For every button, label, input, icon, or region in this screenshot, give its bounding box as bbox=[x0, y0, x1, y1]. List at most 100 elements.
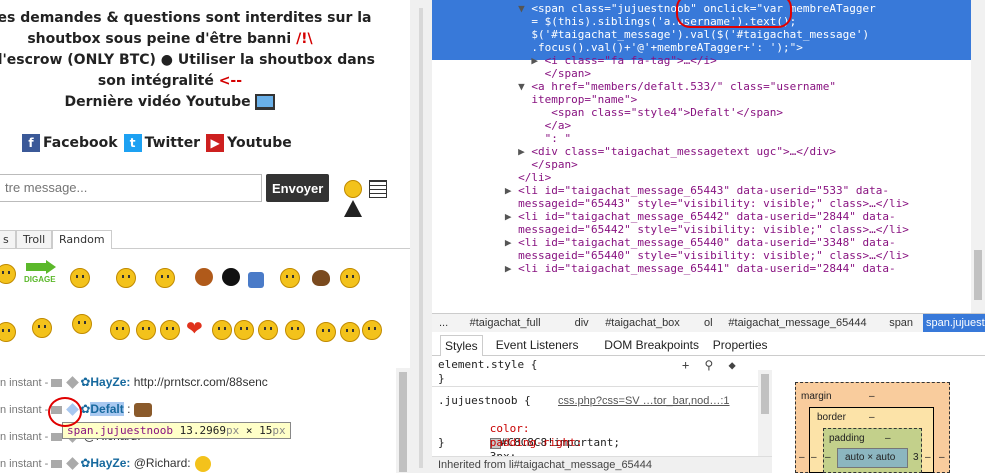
collapse-arrow-icon[interactable]: ▼ bbox=[518, 80, 531, 93]
private-message-icon[interactable] bbox=[51, 378, 63, 387]
tag-user-icon[interactable] bbox=[66, 457, 80, 471]
dom-node-line[interactable]: </span> bbox=[432, 158, 577, 171]
styles-scrollbar[interactable] bbox=[758, 370, 772, 456]
smiley-icon[interactable] bbox=[110, 320, 130, 340]
dom-node-line[interactable]: messageid="65440" style="visibility: vis… bbox=[432, 249, 909, 262]
private-message-icon[interactable] bbox=[51, 459, 63, 468]
dom-node-line[interactable]: ▶ <li id="taigachat_message_65443" data-… bbox=[432, 184, 889, 197]
smiley-icon[interactable] bbox=[0, 322, 16, 342]
dom-node-line[interactable]: ▶ <li id="taigachat_message_65440" data-… bbox=[432, 236, 896, 249]
smiley-icon[interactable] bbox=[258, 320, 278, 340]
expand-arrow-icon[interactable]: ▶ bbox=[505, 236, 518, 249]
warning-icon[interactable] bbox=[344, 199, 362, 217]
tab-event-listeners[interactable]: Event Listeners bbox=[492, 335, 583, 355]
notice-suffix: /!\ bbox=[296, 31, 313, 47]
digage-label: DIGAGE bbox=[24, 275, 56, 284]
dom-node-line[interactable]: messageid="65443" style="visibility: vis… bbox=[432, 197, 909, 210]
smiley-icon[interactable] bbox=[72, 314, 92, 334]
breadcrumb-item[interactable]: ... bbox=[436, 314, 451, 332]
smiley-tab[interactable]: Random bbox=[52, 230, 112, 249]
twitter-icon: t bbox=[123, 134, 142, 152]
digage-button[interactable]: DIGAGE bbox=[24, 260, 56, 288]
social-link-youtube[interactable]: ▶ Youtube bbox=[206, 134, 292, 152]
dom-node-line[interactable]: ▶ <li id="taigachat_message_65442" data-… bbox=[432, 210, 896, 223]
add-rule-icon[interactable]: + bbox=[682, 358, 689, 372]
shout-username[interactable]: HayZe: bbox=[90, 456, 130, 470]
list-icon[interactable] bbox=[369, 179, 388, 198]
expand-arrow-icon[interactable]: ▶ bbox=[505, 262, 518, 275]
dom-node-line[interactable]: ▶ <i class="fa fa-tag">…</i> bbox=[432, 54, 716, 67]
dom-node-line[interactable]: </a> bbox=[432, 119, 572, 132]
dom-node-line[interactable]: ▼ <span class="jujuestnoob" onclick="var… bbox=[432, 2, 876, 15]
expand-arrow-icon[interactable]: ▶ bbox=[518, 145, 531, 158]
shout-username[interactable]: Defalt bbox=[90, 402, 124, 416]
dom-node-line[interactable]: itemprop="name"> bbox=[432, 93, 637, 106]
bear-icon[interactable] bbox=[195, 268, 213, 286]
private-message-icon[interactable] bbox=[51, 432, 63, 441]
shoutbox-scrollbar[interactable] bbox=[396, 368, 410, 473]
tag-user-icon[interactable] bbox=[66, 376, 80, 390]
panel-divider[interactable] bbox=[410, 0, 432, 473]
smiley-icon[interactable] bbox=[316, 322, 336, 342]
dom-node-line[interactable]: ": " bbox=[432, 132, 572, 145]
social-link-facebook[interactable]: f Facebook bbox=[22, 134, 118, 152]
color-format-icon[interactable]: ◆ bbox=[729, 358, 736, 372]
dom-node-line[interactable]: messageid="65442" style="visibility: vis… bbox=[432, 223, 909, 236]
poop-icon[interactable] bbox=[312, 270, 330, 286]
breadcrumb-item[interactable]: span bbox=[886, 314, 916, 332]
tab-styles[interactable]: Styles bbox=[440, 335, 483, 356]
dom-node-line[interactable]: ▼ <a href="members/defalt.533/" class="u… bbox=[432, 80, 836, 93]
breadcrumb-item[interactable]: #taigachat_box bbox=[602, 314, 683, 332]
smiley-tab[interactable]: Troll bbox=[16, 230, 53, 248]
shout-username[interactable]: HayZe: bbox=[90, 375, 130, 389]
smiley-icon[interactable] bbox=[340, 322, 360, 342]
elements-scrollbar[interactable] bbox=[971, 0, 985, 313]
tab-dom-breakpoints[interactable]: DOM Breakpoints bbox=[600, 335, 703, 355]
expand-arrow-icon[interactable]: ▶ bbox=[531, 54, 544, 67]
breadcrumb-item[interactable]: #taigachat_full bbox=[467, 314, 544, 332]
webpage-panel: o: Les demandes & questions sont interdi… bbox=[0, 0, 410, 473]
circle-logo-icon[interactable] bbox=[222, 268, 240, 286]
dom-node-line[interactable]: </span> bbox=[432, 67, 591, 80]
heart-icon[interactable]: ❤ bbox=[186, 318, 206, 338]
expand-arrow-icon[interactable]: ▶ bbox=[505, 184, 518, 197]
breadcrumb-item[interactable]: div bbox=[572, 314, 592, 332]
dom-node-html: itemprop="name"> bbox=[531, 93, 638, 106]
smiley-icon[interactable] bbox=[136, 320, 156, 340]
smiley-tab[interactable]: s bbox=[0, 230, 16, 248]
dom-node-line[interactable]: </li> bbox=[432, 171, 551, 184]
smiley-icon[interactable] bbox=[234, 320, 254, 340]
message-input[interactable] bbox=[0, 175, 261, 199]
tab-properties[interactable]: Properties bbox=[709, 335, 772, 355]
breadcrumb-item[interactable]: #taigachat_message_65444 bbox=[725, 314, 869, 332]
expand-arrow-icon[interactable]: ▶ bbox=[505, 210, 518, 223]
smiley-icon[interactable] bbox=[0, 264, 16, 284]
smiley-picker-icon[interactable] bbox=[344, 179, 362, 198]
breadcrumb-item[interactable]: ol bbox=[701, 314, 716, 332]
shoutbox-notice: o: Les demandes & questions sont interdi… bbox=[0, 8, 380, 113]
smiley-icon[interactable] bbox=[160, 320, 180, 340]
smiley-icon[interactable] bbox=[285, 320, 305, 340]
dom-node-html: <li id="taigachat_message_65443" data-us… bbox=[518, 184, 889, 197]
thumbs-up-icon[interactable] bbox=[248, 272, 264, 288]
smiley-icon[interactable] bbox=[212, 320, 232, 340]
smiley-icon[interactable] bbox=[70, 268, 90, 288]
send-button[interactable]: Envoyer bbox=[266, 174, 329, 202]
rule-source-link[interactable]: css.php?css=SV …tor_bar,nod…:1 bbox=[558, 394, 730, 408]
collapse-arrow-icon[interactable]: ▼ bbox=[518, 2, 531, 15]
smiley-icon[interactable] bbox=[362, 320, 382, 340]
pin-icon[interactable]: ⚲ bbox=[704, 358, 713, 372]
dom-node-line[interactable]: .focus().val()+'@'+membreATagger+': ');"… bbox=[432, 41, 803, 54]
dom-node-line[interactable]: ▶ <li id="taigachat_message_65441" data-… bbox=[432, 262, 896, 275]
smiley-icon[interactable] bbox=[32, 318, 52, 338]
social-link-twitter[interactable]: t Twitter bbox=[123, 134, 200, 152]
smiley-icon[interactable] bbox=[280, 268, 300, 288]
smiley-icon[interactable] bbox=[116, 268, 136, 288]
dom-node-line[interactable]: <span class="style4">Defalt'</span> bbox=[432, 106, 783, 119]
smiley-icon[interactable] bbox=[340, 268, 360, 288]
smiley-icon[interactable] bbox=[155, 268, 175, 288]
dom-node-line[interactable]: $('#taigachat_message').val($('#taigacha… bbox=[432, 28, 869, 41]
breadcrumb-item[interactable]: span.jujuestnoob bbox=[923, 314, 985, 332]
dom-node-line[interactable]: ▶ <div class="taigachat_messagetext ugc"… bbox=[432, 145, 836, 158]
